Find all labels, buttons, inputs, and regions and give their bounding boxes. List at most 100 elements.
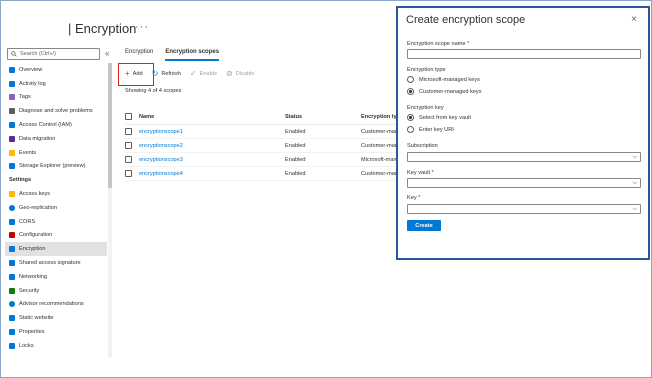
sidebar-search-input[interactable]: Search (Ctrl+/) [7, 48, 100, 60]
wrench-icon [9, 108, 15, 115]
sidebar-item-data-migration[interactable]: Data migration [5, 132, 107, 146]
scope-name-link[interactable]: encryptionscope2 [139, 143, 285, 149]
row-checkbox[interactable] [125, 156, 132, 163]
locks-icon [9, 342, 15, 349]
scope-status: Enabled [285, 128, 306, 135]
radio-button-selected[interactable] [407, 114, 414, 121]
select-all-checkbox[interactable] [125, 113, 132, 120]
tab-encryption[interactable]: Encryption [125, 49, 153, 61]
radio-label: Select from key vault [419, 114, 471, 121]
shield-icon [9, 287, 15, 294]
radio-button-selected[interactable] [407, 88, 414, 95]
command-bar: + Add ↻ Refresh ✓ Enable ⊘ Disable [125, 68, 263, 80]
migration-icon [9, 135, 15, 142]
sidebar-item-overview[interactable]: Overview [5, 63, 107, 77]
scope-name-link[interactable]: encryptionscope1 [139, 129, 285, 135]
scope-type: Customer-managed [361, 142, 397, 149]
key-vault-dropdown[interactable]: ⌵ [407, 178, 641, 188]
sidebar-item-label: Networking [19, 273, 47, 280]
sidebar-item-encryption[interactable]: Encryption [5, 242, 107, 257]
advisor-icon [9, 301, 15, 308]
radio-button[interactable] [407, 76, 414, 83]
sidebar-item-access-keys[interactable]: Access keys [5, 187, 107, 201]
refresh-icon: ↻ [151, 69, 159, 78]
scope-status: Enabled [285, 142, 306, 149]
sidebar-item-advisor[interactable]: Advisor recommendations [5, 298, 107, 312]
table-row: encryptionscope4 Enabled Customer-manage… [125, 167, 397, 181]
sidebar-item-diagnose[interactable]: Diagnose and solve problems [5, 104, 107, 118]
radio-customer-managed[interactable]: Customer-managed keys [407, 88, 482, 95]
sidebar-item-access-control[interactable]: Access Control (IAM) [5, 118, 107, 132]
key-label: Key * [407, 195, 421, 201]
sidebar-section-settings: Settings [9, 177, 32, 184]
radio-label: Microsoft-managed keys [419, 76, 480, 83]
sidebar-item-tags[interactable]: Tags [5, 91, 107, 105]
disable-button[interactable]: ⊘ Disable [226, 70, 254, 78]
sidebar-item-label: Static website [19, 315, 54, 322]
sidebar-item-label: Encryption [19, 246, 46, 253]
sidebar-item-label: Security [19, 287, 40, 294]
scope-name-link[interactable]: encryptionscope3 [139, 157, 285, 163]
add-button[interactable]: + Add [125, 70, 143, 78]
row-checkbox[interactable] [125, 142, 132, 149]
chevron-down-icon: ⌵ [632, 180, 637, 186]
tab-encryption-scopes[interactable]: Encryption scopes [165, 49, 220, 61]
column-header-type[interactable]: Encryption type [361, 114, 397, 120]
enable-label: Enable [199, 71, 218, 77]
sidebar-item-networking[interactable]: Networking [5, 270, 107, 284]
scope-type: Customer-managed [361, 128, 397, 135]
radio-select-key-vault[interactable]: Select from key vault [407, 114, 471, 121]
scope-type: Microsoft-managed [361, 156, 397, 163]
enable-button[interactable]: ✓ Enable [190, 70, 217, 78]
radio-microsoft-managed[interactable]: Microsoft-managed keys [407, 76, 480, 83]
refresh-button[interactable]: ↻ Refresh [152, 70, 181, 78]
network-icon [9, 273, 15, 280]
scopes-table: Name Status Encryption type encryptionsc… [125, 109, 397, 181]
sidebar-item-shared-access-signature[interactable]: Shared access signature [5, 256, 107, 270]
column-header-name[interactable]: Name [139, 114, 285, 120]
create-button[interactable]: Create [407, 220, 441, 231]
sidebar-item-cors[interactable]: CORS [5, 215, 107, 229]
cors-icon [9, 218, 15, 225]
close-icon[interactable]: × [631, 14, 637, 25]
more-options-button[interactable]: ··· [135, 21, 149, 33]
sidebar-item-configuration[interactable]: Configuration [5, 229, 107, 243]
sidebar-item-activity-log[interactable]: Activity log [5, 77, 107, 91]
scope-name-link[interactable]: encryptionscope4 [139, 171, 285, 177]
sidebar-item-label: Geo-replication [19, 204, 57, 211]
sidebar-item-properties[interactable]: Properties [5, 325, 107, 339]
radio-enter-key-uri[interactable]: Enter key URI [407, 126, 454, 133]
tab-bar: Encryption Encryption scopes [125, 49, 231, 61]
sidebar-item-security[interactable]: Security [5, 284, 107, 298]
sidebar-item-label: Access Control (IAM) [19, 122, 72, 129]
sidebar-item-locks[interactable]: Locks [5, 339, 107, 353]
radio-label: Customer-managed keys [419, 88, 482, 95]
scope-name-input[interactable] [407, 49, 641, 59]
radio-button[interactable] [407, 126, 414, 133]
row-checkbox[interactable] [125, 128, 132, 135]
sidebar-item-geo-replication[interactable]: Geo-replication [5, 201, 107, 215]
sidebar-item-label: Shared access signature [19, 260, 81, 267]
disable-label: Disable [235, 71, 255, 77]
properties-icon [9, 329, 15, 336]
sidebar-item-storage-explorer[interactable]: Storage Explorer (preview) [5, 160, 107, 174]
search-icon [11, 51, 17, 57]
required-marker: * [431, 170, 434, 176]
encryption-key-label: Encryption key [407, 105, 444, 111]
key-dropdown[interactable]: ⌵ [407, 204, 641, 214]
sidebar-item-events[interactable]: Events [5, 146, 107, 160]
subscription-dropdown[interactable]: ⌵ [407, 152, 641, 162]
tag-icon [9, 94, 15, 101]
required-marker: * [467, 41, 470, 47]
overview-icon [9, 66, 15, 73]
sidebar-item-label: Data migration [19, 135, 56, 142]
chevron-down-icon: ⌵ [632, 154, 637, 160]
sidebar-scrollbar-thumb[interactable] [108, 63, 112, 188]
storage-explorer-icon [9, 163, 15, 170]
sidebar-item-label: Activity log [19, 80, 46, 87]
collapse-sidebar-button[interactable]: « [105, 49, 109, 58]
column-header-status[interactable]: Status [285, 114, 361, 120]
subscription-label: Subscription [407, 143, 438, 149]
row-checkbox[interactable] [125, 170, 132, 177]
sidebar-item-static-website[interactable]: Static website [5, 311, 107, 325]
